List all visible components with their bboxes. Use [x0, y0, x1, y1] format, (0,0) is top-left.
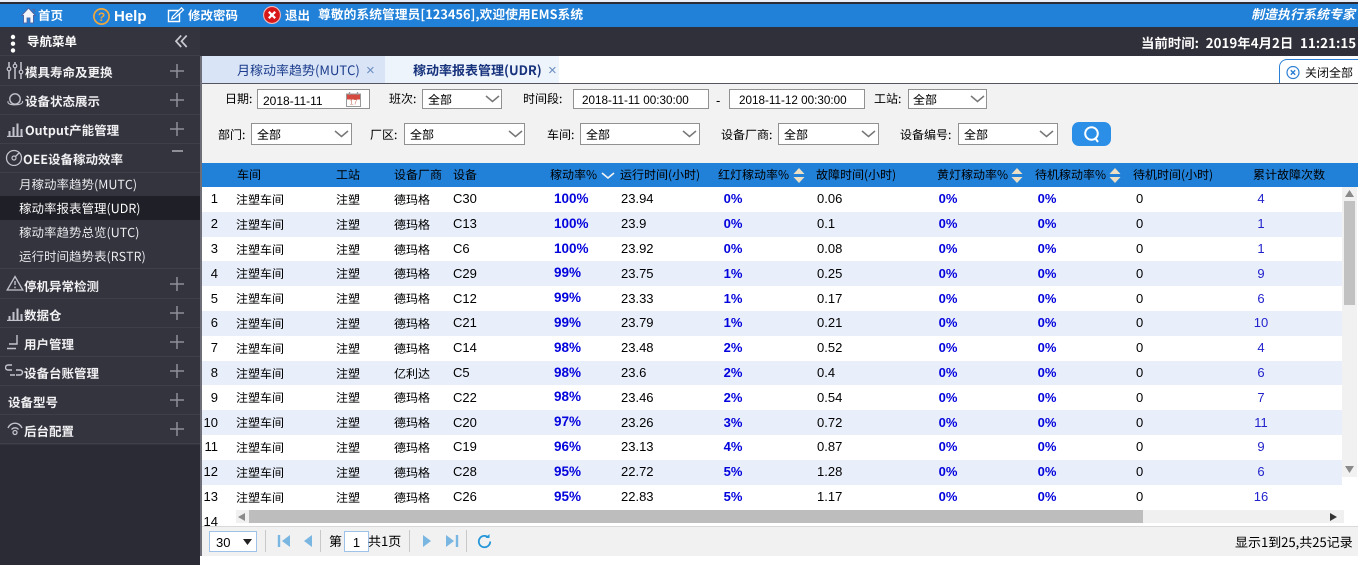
svg-text:?: ? — [98, 10, 105, 24]
svg-text:17: 17 — [350, 100, 358, 107]
